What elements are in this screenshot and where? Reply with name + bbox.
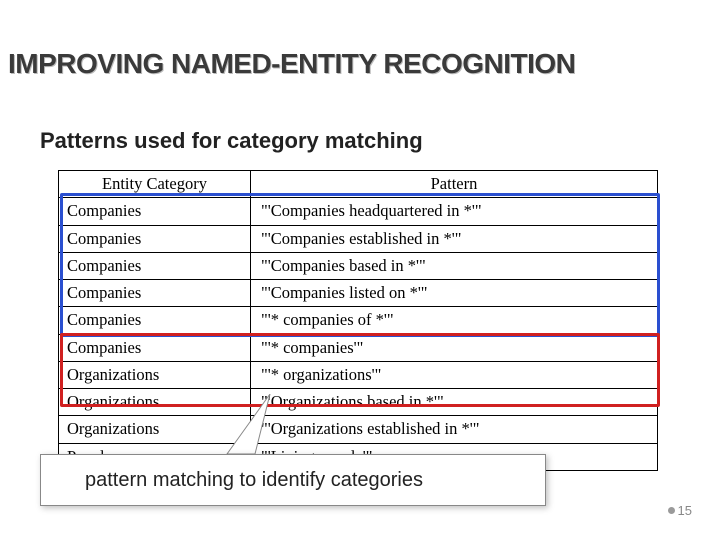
cell-category: Companies — [59, 225, 251, 252]
cell-pattern: "'Organizations based in *'" — [251, 389, 658, 416]
table-row: Companies"'Companies based in *'" — [59, 252, 658, 279]
cell-pattern: "'* companies of *'" — [251, 307, 658, 334]
th-pattern: Pattern — [251, 171, 658, 198]
patterns-table: Entity Category Pattern Companies"'Compa… — [58, 170, 658, 471]
cell-pattern: "'* companies'" — [251, 334, 658, 361]
callout: pattern matching to identify categories — [40, 454, 546, 506]
callout-text: pattern matching to identify categories — [85, 469, 423, 492]
table-row: Organizations"'Organizations based in *'… — [59, 389, 658, 416]
cell-category: Organizations — [59, 361, 251, 388]
cell-pattern: "'Companies established in *'" — [251, 225, 658, 252]
cell-pattern: "'Companies based in *'" — [251, 252, 658, 279]
cell-category: Organizations — [59, 416, 251, 443]
cell-category: Companies — [59, 334, 251, 361]
cell-pattern: "'* organizations'" — [251, 361, 658, 388]
cell-category: Companies — [59, 307, 251, 334]
table-row: Organizations"'* organizations'" — [59, 361, 658, 388]
page-title: IMPROVING NAMED-ENTITY RECOGNITION — [8, 48, 575, 80]
th-entity-category: Entity Category — [59, 171, 251, 198]
table-row: Companies"'Companies headquartered in *'… — [59, 198, 658, 225]
table-row: Companies"'* companies'" — [59, 334, 658, 361]
page-number: 15 — [668, 503, 692, 518]
bullet-icon — [668, 507, 675, 514]
cell-pattern: "'Organizations established in *'" — [251, 416, 658, 443]
page-number-text: 15 — [678, 503, 692, 518]
table-row: Organizations"'Organizations established… — [59, 416, 658, 443]
cell-pattern: "'Companies listed on *'" — [251, 280, 658, 307]
subtitle: Patterns used for category matching — [40, 128, 423, 154]
cell-category: Organizations — [59, 389, 251, 416]
cell-pattern: "'Companies headquartered in *'" — [251, 198, 658, 225]
cell-category: Companies — [59, 198, 251, 225]
table-row: Companies"'Companies listed on *'" — [59, 280, 658, 307]
cell-category: Companies — [59, 280, 251, 307]
table-row: Companies"'Companies established in *'" — [59, 225, 658, 252]
table-row: Companies"'* companies of *'" — [59, 307, 658, 334]
cell-category: Companies — [59, 252, 251, 279]
